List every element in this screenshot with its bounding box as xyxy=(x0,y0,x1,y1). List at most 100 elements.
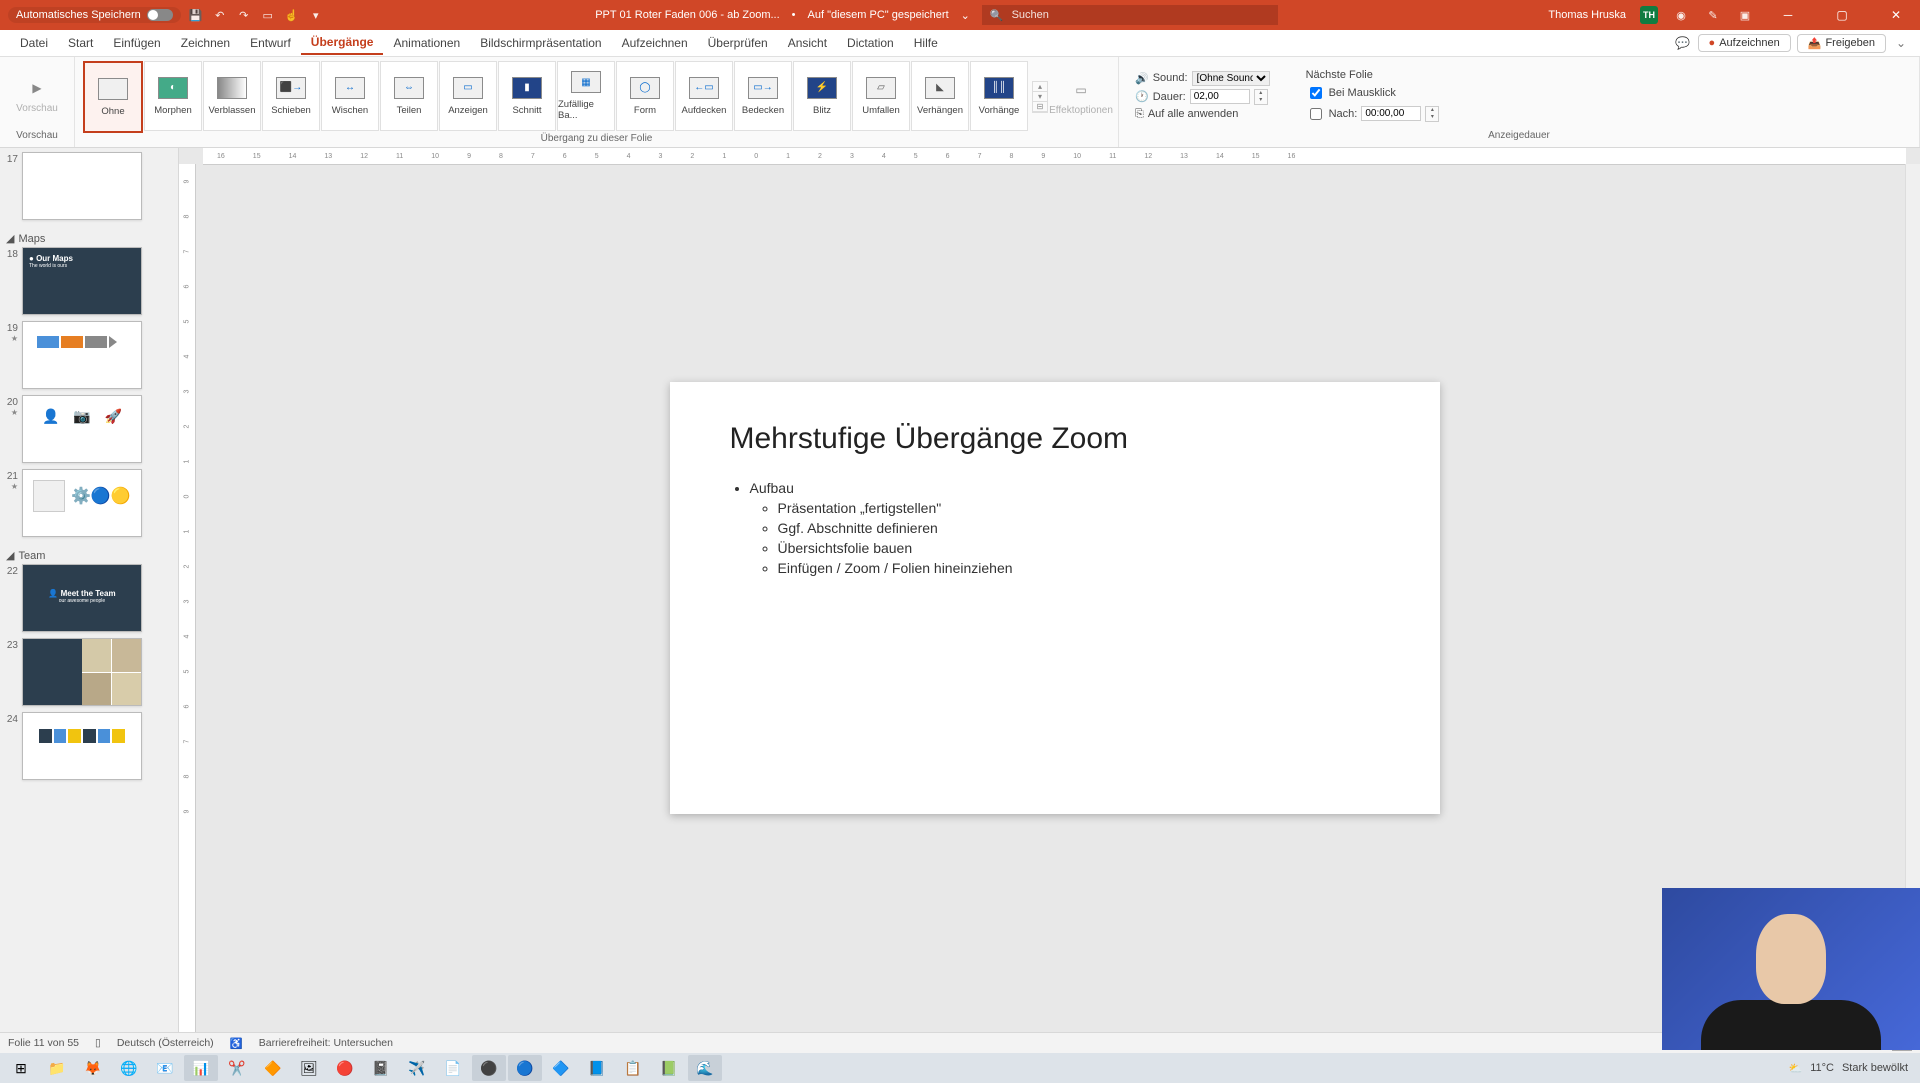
toggle-switch[interactable] xyxy=(147,9,173,21)
slide-editor[interactable]: 1615141312111098765432101234567891011121… xyxy=(179,148,1920,1032)
app-icon-3[interactable]: 🔷 xyxy=(544,1055,578,1081)
filename-dropdown-icon[interactable]: ⌄ xyxy=(961,9,970,22)
tab-hilfe[interactable]: Hilfe xyxy=(904,32,948,54)
maximize-button[interactable]: ▢ xyxy=(1822,0,1862,30)
present-icon[interactable]: ▭ xyxy=(259,6,277,24)
section-maps[interactable]: ◢ Maps xyxy=(4,226,174,247)
tab-datei[interactable]: Datei xyxy=(10,32,58,54)
slide-thumb-20[interactable]: 👤📷🚀 xyxy=(22,395,142,463)
tab-ueberpruefen[interactable]: Überprüfen xyxy=(698,32,778,54)
slide-canvas[interactable]: Mehrstufige Übergänge Zoom Aufbau Präsen… xyxy=(670,382,1440,814)
transition-anzeigen[interactable]: ▭Anzeigen xyxy=(439,61,497,131)
user-avatar[interactable]: TH xyxy=(1640,6,1658,24)
share-button[interactable]: 📤Freigeben xyxy=(1797,34,1886,53)
transition-wischen[interactable]: ↔Wischen xyxy=(321,61,379,131)
apply-all-button[interactable]: ⎘Auf alle anwenden xyxy=(1135,108,1270,121)
edge-icon[interactable]: 🌊 xyxy=(688,1055,722,1081)
slide-thumb-21[interactable]: ⚙️🔵🟡 xyxy=(22,469,142,537)
tab-animationen[interactable]: Animationen xyxy=(383,32,470,54)
transition-morphen[interactable]: ◐Morphen xyxy=(144,61,202,131)
nach-input[interactable] xyxy=(1361,106,1421,121)
close-button[interactable]: ✕ xyxy=(1876,0,1916,30)
chrome-icon[interactable]: 🌐 xyxy=(112,1055,146,1081)
undo-icon[interactable]: ↶ xyxy=(211,6,229,24)
onenote-icon[interactable]: 📓 xyxy=(364,1055,398,1081)
start-button[interactable]: ⊞ xyxy=(4,1055,38,1081)
sound-select[interactable]: [Ohne Sound] xyxy=(1192,71,1270,86)
transition-ohne[interactable]: Ohne xyxy=(83,61,143,133)
telegram-icon[interactable]: ✈️ xyxy=(400,1055,434,1081)
vlc-icon[interactable]: 🔶 xyxy=(256,1055,290,1081)
tab-ansicht[interactable]: Ansicht xyxy=(778,32,837,54)
transition-aufdecken[interactable]: ←▭Aufdecken xyxy=(675,61,733,131)
sync-icon[interactable]: ◉ xyxy=(1672,6,1690,24)
todoist-icon[interactable]: 🔴 xyxy=(328,1055,362,1081)
pen-icon[interactable]: ✎ xyxy=(1704,6,1722,24)
slide-thumb-17[interactable] xyxy=(22,152,142,220)
qat-more-icon[interactable]: ▾ xyxy=(307,6,325,24)
slides-panel[interactable]: 17 ◢ Maps 18● Our MapsThe world is ours … xyxy=(0,148,179,1032)
slide-thumb-18[interactable]: ● Our MapsThe world is ours xyxy=(22,247,142,315)
slide-thumb-23[interactable] xyxy=(22,638,142,706)
user-name[interactable]: Thomas Hruska xyxy=(1548,9,1626,21)
app-icon-4[interactable]: 📋 xyxy=(616,1055,650,1081)
duration-spinner[interactable]: ▴▾ xyxy=(1254,89,1268,105)
tab-uebergaenge[interactable]: Übergänge xyxy=(301,31,384,55)
outlook-icon[interactable]: 📧 xyxy=(148,1055,182,1081)
slide-title[interactable]: Mehrstufige Übergänge Zoom xyxy=(730,422,1380,456)
powerpoint-icon[interactable]: 📊 xyxy=(184,1055,218,1081)
status-slide-count[interactable]: Folie 11 von 55 xyxy=(8,1037,79,1049)
nach-checkbox[interactable] xyxy=(1310,108,1322,120)
tab-entwurf[interactable]: Entwurf xyxy=(240,32,301,54)
transition-vorhaenge[interactable]: ║║Vorhänge xyxy=(970,61,1028,131)
minimize-button[interactable]: ─ xyxy=(1768,0,1808,30)
slide-thumb-24[interactable] xyxy=(22,712,142,780)
app-icon-1[interactable]: 📄 xyxy=(436,1055,470,1081)
obs-icon[interactable]: ⚫ xyxy=(472,1055,506,1081)
snip-icon[interactable]: ✂️ xyxy=(220,1055,254,1081)
transition-teilen[interactable]: ⇔Teilen xyxy=(380,61,438,131)
transition-umfallen[interactable]: ▱Umfallen xyxy=(852,61,910,131)
collapse-ribbon-icon[interactable]: ⌄ xyxy=(1892,34,1910,52)
transition-blitz[interactable]: ⚡Blitz xyxy=(793,61,851,131)
mausklick-checkbox[interactable] xyxy=(1310,87,1322,99)
explorer-icon[interactable]: 📁 xyxy=(40,1055,74,1081)
excel-icon[interactable]: 📗 xyxy=(652,1055,686,1081)
transition-form[interactable]: ◯Form xyxy=(616,61,674,131)
touch-icon[interactable]: ☝ xyxy=(283,6,301,24)
nach-spinner[interactable]: ▴▾ xyxy=(1425,106,1439,122)
tab-bildschirm[interactable]: Bildschirmpräsentation xyxy=(470,32,611,54)
tab-einfuegen[interactable]: Einfügen xyxy=(103,32,170,54)
photos-icon[interactable]: 🖼 xyxy=(292,1055,326,1081)
slide-thumb-22[interactable]: 👤 Meet the Teamour awesome people xyxy=(22,564,142,632)
record-button[interactable]: ●Aufzeichnen xyxy=(1698,34,1791,52)
transition-bedecken[interactable]: ▭→Bedecken xyxy=(734,61,792,131)
word-icon[interactable]: 📘 xyxy=(580,1055,614,1081)
tab-zeichnen[interactable]: Zeichnen xyxy=(171,32,240,54)
status-accessibility[interactable]: Barrierefreiheit: Untersuchen xyxy=(259,1037,393,1049)
firefox-icon[interactable]: 🦊 xyxy=(76,1055,110,1081)
search-input[interactable] xyxy=(1010,8,1270,22)
tab-dictation[interactable]: Dictation xyxy=(837,32,904,54)
comments-icon[interactable]: 💬 xyxy=(1674,34,1692,52)
autosave-toggle[interactable]: Automatisches Speichern xyxy=(8,7,181,23)
duration-input[interactable] xyxy=(1190,89,1250,104)
tab-aufzeichnen[interactable]: Aufzeichnen xyxy=(612,32,698,54)
search-box[interactable]: 🔍 xyxy=(982,5,1278,25)
transition-zufaellige[interactable]: ▦Zufällige Ba... xyxy=(557,61,615,131)
weather-icon[interactable]: ⛅ xyxy=(1789,1062,1803,1075)
tab-start[interactable]: Start xyxy=(58,32,103,54)
slide-thumb-19[interactable] xyxy=(22,321,142,389)
window-icon[interactable]: ▣ xyxy=(1736,6,1754,24)
status-language[interactable]: Deutsch (Österreich) xyxy=(117,1037,214,1049)
redo-icon[interactable]: ↷ xyxy=(235,6,253,24)
gallery-scroll[interactable]: ▴▾⊟ xyxy=(1032,81,1048,113)
transition-schieben[interactable]: ⬛→Schieben xyxy=(262,61,320,131)
transition-verblassen[interactable]: Verblassen xyxy=(203,61,261,131)
app-icon-2[interactable]: 🔵 xyxy=(508,1055,542,1081)
transition-schnitt[interactable]: ▮Schnitt xyxy=(498,61,556,131)
slide-content[interactable]: Aufbau Präsentation „fertigstellen" Ggf.… xyxy=(730,480,1380,576)
section-team[interactable]: ◢ Team xyxy=(4,543,174,564)
save-icon[interactable]: 💾 xyxy=(187,6,205,24)
transition-verhaengen[interactable]: ◣Verhängen xyxy=(911,61,969,131)
